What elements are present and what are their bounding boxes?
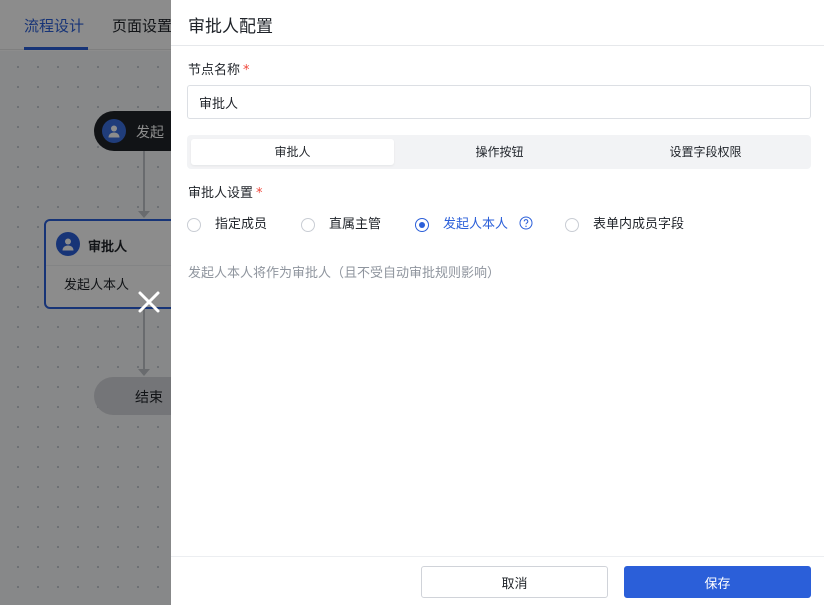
radio-initiator-self[interactable]: 发起人本人: [415, 216, 545, 234]
drawer-footer: 取消 保存: [171, 556, 824, 605]
radio-circle: [301, 218, 315, 232]
approver-config-drawer: 审批人配置 节点名称* 审批人 操作按钮 设置字段权限 审批人设置* 指定成员 …: [171, 0, 824, 605]
radio-circle: [565, 218, 579, 232]
radio-direct-supervisor[interactable]: 直属主管: [301, 216, 401, 234]
required-mark: *: [256, 186, 263, 201]
radio-label: 发起人本人: [443, 217, 509, 232]
node-name-input[interactable]: [187, 85, 811, 119]
node-name-label: 节点名称 *: [188, 63, 250, 78]
radio-specified-members[interactable]: 指定成员: [187, 216, 287, 234]
radio-circle: [415, 218, 429, 232]
approver-setting-label: 审批人设置 *: [188, 186, 263, 201]
radio-circle: [187, 218, 201, 232]
config-tabs: 审批人 操作按钮 设置字段权限: [187, 135, 811, 169]
required-mark: *: [243, 63, 250, 78]
drawer-header: 审批人配置: [171, 0, 824, 46]
help-circle-icon[interactable]: [519, 216, 533, 230]
drawer-title: 审批人配置: [188, 17, 273, 37]
hint-text: 发起人本人将作为审批人（且不受自动审批规则影响）: [188, 266, 501, 281]
save-button[interactable]: 保存: [624, 566, 811, 598]
radio-label: 指定成员: [215, 217, 268, 232]
radio-label: 表单内成员字段: [593, 217, 685, 232]
close-icon[interactable]: [135, 288, 163, 316]
radio-form-member-field[interactable]: 表单内成员字段: [565, 216, 705, 234]
tab-approver[interactable]: 审批人: [191, 139, 394, 165]
radio-label: 直属主管: [329, 217, 382, 232]
tab-field-permissions[interactable]: 设置字段权限: [604, 139, 807, 165]
tab-action-buttons[interactable]: 操作按钮: [398, 139, 601, 165]
cancel-button[interactable]: 取消: [421, 566, 608, 598]
